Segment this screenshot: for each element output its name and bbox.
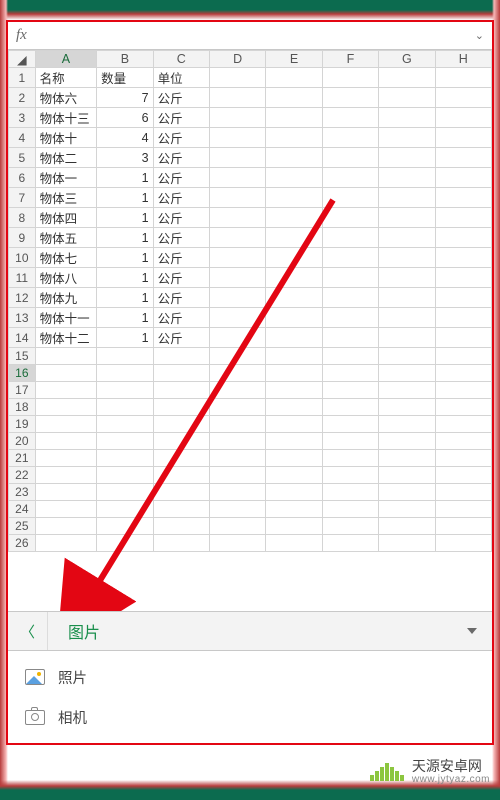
watermark-title: 天源安卓网 (412, 759, 490, 774)
watermark-url: www.jytyaz.com (412, 774, 490, 785)
watermark-logo-icon (370, 763, 404, 781)
watermark: 天源安卓网 www.jytyaz.com (370, 752, 490, 792)
annotation-box (6, 20, 494, 745)
